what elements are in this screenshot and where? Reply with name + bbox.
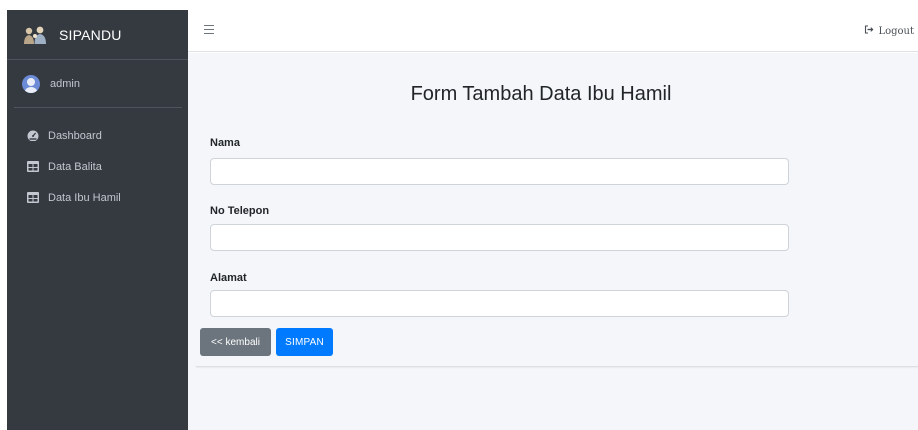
app-window: SIPANDU admin Dashboard Data Balita Data… [0,0,918,430]
sign-out-icon [864,25,875,37]
sidebar-item-label: Dashboard [48,129,102,142]
sidebar: SIPANDU admin Dashboard Data Balita Data… [7,10,188,430]
nama-input[interactable] [210,158,789,185]
alamat-input[interactable] [210,290,789,317]
sidebar-item-data-ibu-hamil[interactable]: Data Ibu Hamil [7,182,188,213]
logout-label: Logout [878,25,914,37]
form-card: Form Tambah Data Ibu Hamil Nama No Telep… [196,53,918,367]
sidebar-item-data-balita[interactable]: Data Balita [7,151,188,182]
table-icon [27,192,39,203]
tachometer-icon [27,130,39,141]
user-name: admin [50,77,80,90]
user-panel[interactable]: admin [14,60,182,108]
user-circle-icon [22,74,40,93]
table-icon [27,161,39,172]
no-telepon-label: No Telepon [210,205,270,217]
sidebar-item-dashboard[interactable]: Dashboard [7,120,188,151]
brand[interactable]: SIPANDU [7,10,188,60]
top-navbar: Logout [188,10,918,52]
sidebar-item-label: Data Balita [48,160,102,173]
family-logo-icon [21,24,49,46]
nama-label: Nama [210,137,240,149]
sidebar-item-label: Data Ibu Hamil [48,191,121,204]
sidebar-nav: Dashboard Data Balita Data Ibu Hamil [7,108,188,213]
logout-button[interactable]: Logout [864,25,914,37]
alamat-label: Alamat [210,272,247,284]
page-title: Form Tambah Data Ibu Hamil [410,83,672,105]
main-content: Form Tambah Data Ibu Hamil Nama No Telep… [188,53,918,430]
back-button[interactable]: << kembali [200,328,271,356]
save-button[interactable]: SIMPAN [276,328,333,356]
brand-name: SIPANDU [59,26,122,43]
no-telepon-input[interactable] [210,224,789,251]
hamburger-icon[interactable] [204,25,214,34]
